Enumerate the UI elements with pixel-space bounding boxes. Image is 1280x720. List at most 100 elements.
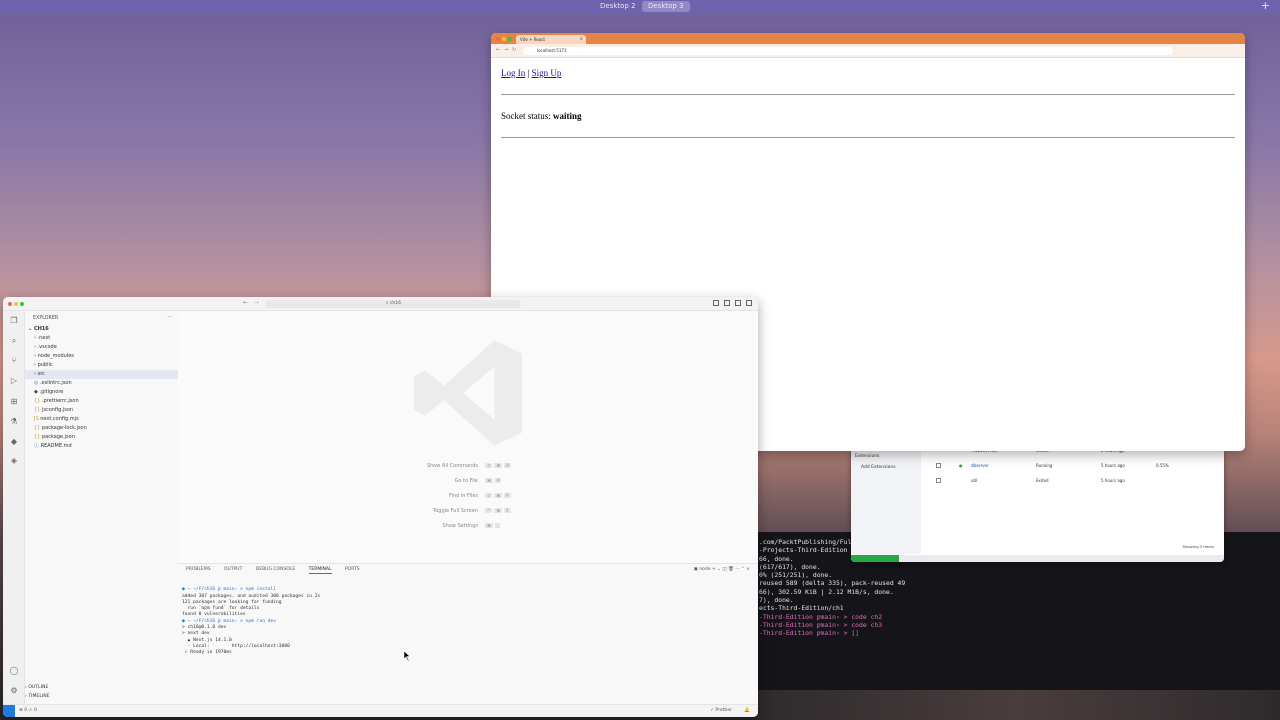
- close-tab-icon[interactable]: ×: [580, 36, 583, 41]
- minimize-window-button[interactable]: [14, 302, 18, 306]
- notifications-bell-icon[interactable]: 🔔: [744, 708, 750, 713]
- vscode-window[interactable]: ← → ⌕ ch16 ❐ ⌕ ⑂ ▷ ⊞ ⚗ ◆ ◈ ◯ ⚙ EXPLORER …: [3, 297, 758, 717]
- key: ⌘: [485, 478, 493, 483]
- back-arrow-icon[interactable]: ←: [496, 47, 500, 53]
- tree-file[interactable]: {} jsconfig.json: [25, 406, 178, 415]
- minimize-window-button[interactable]: [502, 37, 506, 41]
- extensions-icon[interactable]: ⊞: [9, 397, 19, 407]
- tree-folder[interactable]: › .vscode: [25, 343, 178, 352]
- add-desktop-button[interactable]: +: [1261, 0, 1270, 12]
- customize-layout-icon[interactable]: [746, 300, 752, 306]
- tab-output[interactable]: OUTPUT: [224, 567, 242, 572]
- toggle-sidebar-icon[interactable]: [713, 300, 719, 306]
- tab-ports[interactable]: PORTS: [345, 567, 360, 572]
- remote-icon[interactable]: ◈: [9, 456, 19, 466]
- new-terminal-icon[interactable]: + ⌄: [712, 567, 721, 572]
- account-icon[interactable]: ◯: [9, 666, 19, 676]
- close-panel-icon[interactable]: ×: [746, 567, 750, 572]
- outline-section[interactable]: › OUTLINE: [25, 685, 48, 690]
- terminal-line: (617/617), done.: [759, 562, 821, 571]
- signup-link[interactable]: Sign Up: [532, 68, 562, 78]
- showing-count: Showing 3 items: [1182, 544, 1214, 549]
- login-link[interactable]: Log In: [501, 68, 525, 78]
- maximize-panel-icon[interactable]: ⌃: [741, 567, 745, 572]
- run-debug-icon[interactable]: ▷: [9, 376, 19, 386]
- desktop-2-tab[interactable]: Desktop 2: [594, 1, 642, 12]
- maximize-window-button[interactable]: [508, 37, 512, 41]
- container-name[interactable]: util: [971, 478, 977, 483]
- split-terminal-icon[interactable]: ◫: [722, 567, 726, 572]
- container-row[interactable]: ● dbserver Running 5 hours ago 0.55%: [931, 463, 1221, 471]
- terminal-line: ects-Third-Edition/ch1: [759, 604, 844, 613]
- shortcut-keys: ⌘ P: [485, 478, 503, 483]
- files-icon[interactable]: ❐: [9, 316, 19, 326]
- show-all-commands-hint: Show All Commands: [426, 463, 478, 469]
- integrated-terminal[interactable]: ● ~ ~/F/ch16 ƿ main› > npm install added …: [182, 581, 320, 669]
- tree-folder[interactable]: › node_modules: [25, 352, 178, 361]
- more-actions-icon[interactable]: ···: [735, 567, 739, 572]
- terminal-shell-label[interactable]: node: [699, 567, 710, 572]
- container-row[interactable]: util Exited 5 hours ago: [931, 478, 1221, 486]
- tree-file[interactable]: {} package.json: [25, 433, 178, 442]
- timeline-label: TIMELINE: [28, 694, 50, 699]
- close-window-button[interactable]: [8, 302, 12, 306]
- address-bar[interactable]: localhost:5173: [523, 47, 1173, 55]
- reload-icon[interactable]: ↻: [512, 47, 516, 53]
- key: ⌘: [494, 493, 503, 498]
- terminal-line: -Third-Edition ƿmain› > []: [759, 629, 860, 638]
- settings-gear-icon[interactable]: ⚙: [9, 686, 19, 696]
- docker-desktop-window[interactable]: Extensions Add Extensions 7f6b4047d8e Ex…: [851, 448, 1224, 562]
- divider: [501, 94, 1235, 95]
- file-label: .gitignore: [39, 389, 64, 395]
- socket-status-value: waiting: [553, 111, 582, 121]
- folder-label: src: [37, 371, 45, 377]
- go-to-file-hint: Go to File: [454, 478, 479, 484]
- container-icon: ●: [959, 463, 963, 468]
- tree-folder-selected[interactable]: › src: [25, 370, 178, 379]
- more-actions-icon[interactable]: ···: [167, 314, 172, 320]
- toggle-secondary-sidebar-icon[interactable]: [735, 300, 741, 306]
- tree-file[interactable]: ◎ .eslintrc.json: [25, 379, 178, 388]
- forward-arrow-icon[interactable]: →: [254, 299, 259, 306]
- remote-indicator[interactable]: [3, 705, 15, 717]
- close-window-button[interactable]: [496, 37, 500, 41]
- testing-icon[interactable]: ⚗: [9, 417, 19, 427]
- tree-root[interactable]: ⌄ CH16: [25, 325, 178, 334]
- prettier-status[interactable]: ✓ Prettier: [710, 708, 732, 713]
- terminal-line: -Third-Edition ƿmain› > code ch3: [759, 620, 883, 629]
- search-icon[interactable]: ⌕: [9, 336, 19, 346]
- tree-file[interactable]: JS next.config.mjs: [25, 415, 178, 424]
- tree-file[interactable]: {} package-lock.json: [25, 424, 178, 433]
- tree-folder[interactable]: › .next: [25, 334, 178, 343]
- workspace-name: ch16: [389, 301, 401, 306]
- tree-file[interactable]: ◆ .gitignore: [25, 388, 178, 397]
- tab-terminal[interactable]: TERMINAL: [308, 567, 332, 574]
- container-name[interactable]: dbserver: [971, 463, 989, 468]
- browser-tab[interactable]: Vite + React ×: [516, 35, 586, 44]
- tab-title: Vite + React: [520, 37, 545, 42]
- container-time: 5 hours ago: [1101, 463, 1125, 468]
- json-icon: {}: [34, 434, 41, 440]
- tree-file[interactable]: ⓘ README.md: [25, 442, 178, 451]
- kill-terminal-icon[interactable]: 🗑: [728, 567, 734, 572]
- maximize-window-button[interactable]: [20, 302, 24, 306]
- source-control-icon[interactable]: ⑂: [9, 356, 19, 366]
- problems-count[interactable]: ⊗ 0 ⚠ 0: [19, 708, 37, 713]
- command-center-search[interactable]: ⌕ ch16: [266, 300, 521, 308]
- row-checkbox[interactable]: [936, 478, 941, 483]
- row-checkbox[interactable]: [936, 463, 941, 468]
- back-arrow-icon[interactable]: ←: [243, 299, 248, 306]
- show-settings-hint: Show Settings: [442, 523, 478, 529]
- add-extensions-button[interactable]: Add Extensions: [855, 465, 917, 470]
- tree-folder[interactable]: › public: [25, 361, 178, 370]
- forward-arrow-icon[interactable]: →: [504, 47, 508, 53]
- tree-file[interactable]: {} .prettierrc.json: [25, 397, 178, 406]
- timeline-section[interactable]: › TIMELINE: [25, 694, 50, 699]
- tab-debug-console[interactable]: DEBUG CONSOLE: [256, 567, 295, 572]
- editor-area[interactable]: Show All Commands ⇧ ⌘ P Go to File ⌘ P Find…: [178, 311, 758, 563]
- docker-icon[interactable]: ◆: [9, 437, 19, 447]
- tab-problems[interactable]: PROBLEMS: [186, 567, 211, 572]
- toggle-panel-icon[interactable]: [724, 300, 730, 306]
- desktop-3-tab[interactable]: Desktop 3: [642, 1, 690, 12]
- explorer-title: EXPLORER: [33, 316, 59, 321]
